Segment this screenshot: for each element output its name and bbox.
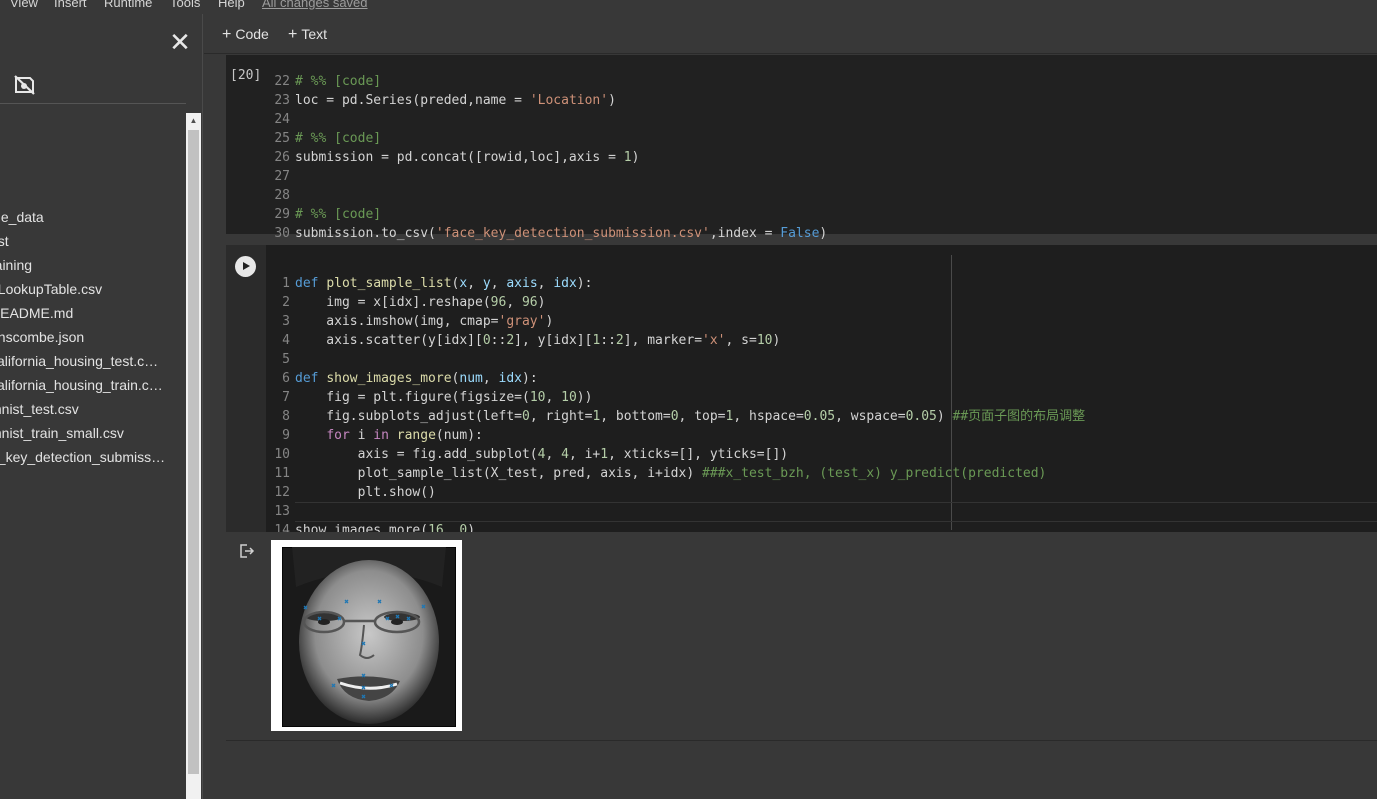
file-item[interactable]: california_housing_test.c… xyxy=(0,353,174,377)
output-redirect-icon[interactable] xyxy=(238,543,256,559)
output-image xyxy=(271,540,462,731)
line-number: 13 xyxy=(274,504,290,519)
line-number: 29 xyxy=(274,207,290,222)
file-item[interactable]: mnist_train_small.csv xyxy=(0,425,174,449)
menu-insert[interactable]: Insert xyxy=(54,0,87,10)
line-number: 12 xyxy=(274,485,290,500)
line-number: 7 xyxy=(282,390,290,405)
plus-icon: + xyxy=(222,26,232,43)
code-editor[interactable]: 1 def plot_sample_list(x, y, axis, idx): 2… xyxy=(266,245,1377,538)
code-line: 10 axis = fig.add_subplot(4, 4, i+1, xti… xyxy=(266,445,1085,464)
add-code-button[interactable]: + Code xyxy=(222,26,269,44)
face-plot xyxy=(282,547,456,727)
code-text: # %% [code] xyxy=(295,74,382,89)
code-line: 27 xyxy=(266,167,827,186)
line-number: 2 xyxy=(282,295,290,310)
code-text: # %% [code] xyxy=(295,207,382,222)
notebook-toolbar: + Code + Text xyxy=(204,14,1377,54)
line-number: 4 xyxy=(282,333,290,348)
file-item[interactable]: o xyxy=(0,473,174,497)
code-cell[interactable]: [20] 22 # %% [code] 23 loc = pd.Series(pred… xyxy=(226,55,1377,241)
file-item[interactable]: mnist_test.csv xyxy=(0,401,174,425)
code-text: # %% [code] xyxy=(295,131,382,146)
line-number: 5 xyxy=(282,352,290,367)
code-line: 8 fig.subplots_adjust(left=0, right=1, b… xyxy=(266,407,1085,426)
line-number: 23 xyxy=(274,93,290,108)
file-item[interactable]: e_key_detection_submiss… xyxy=(0,449,174,473)
code-line: 26 submission = pd.concat([rowid,loc],axi… xyxy=(266,148,827,167)
code-line: 6 def show_images_more(num, idx): xyxy=(266,369,1085,388)
code-line: 3 axis.imshow(img, cmap='gray') xyxy=(266,312,1085,331)
sidebar-scrollbar[interactable]: ▲ xyxy=(186,113,201,799)
file-item[interactable]: anscombe.json xyxy=(0,329,174,353)
code-line: 4 axis.scatter(y[idx][0::2], y[idx][1::2… xyxy=(266,331,1085,350)
code-line: 22 # %% [code] xyxy=(266,72,827,91)
code-line: 1 def plot_sample_list(x, y, axis, idx): xyxy=(266,274,1085,293)
menu-tools[interactable]: Tools xyxy=(170,0,200,10)
code-line: 7 fig = plt.figure(figsize=(10, 10)) xyxy=(266,388,1085,407)
line-number: 11 xyxy=(274,466,290,481)
code-line: 5 xyxy=(266,350,1085,369)
file-item[interactable]: t xyxy=(0,161,174,185)
line-number: 10 xyxy=(274,447,290,462)
code-line: 25 # %% [code] xyxy=(266,129,827,148)
line-number: 3 xyxy=(282,314,290,329)
save-status[interactable]: All changes saved xyxy=(262,0,368,10)
code-line: 9 for i in range(num): xyxy=(266,426,1085,445)
line-number: 8 xyxy=(282,409,290,424)
play-icon[interactable] xyxy=(235,256,256,277)
add-code-label: Code xyxy=(235,26,269,42)
line-number: 24 xyxy=(274,112,290,127)
line-number: 22 xyxy=(274,74,290,89)
line-number: 28 xyxy=(274,188,290,203)
close-icon[interactable]: ✕ xyxy=(168,29,192,55)
line-number: 30 xyxy=(274,226,290,241)
file-item[interactable]: e xyxy=(0,185,174,209)
sidebar-divider xyxy=(0,103,186,104)
menubar: View Insert Runtime Tools Help All chang… xyxy=(0,0,1377,14)
code-line: 12 plt.show() xyxy=(266,483,1085,502)
add-text-button[interactable]: + Text xyxy=(288,26,327,44)
execution-count: [20] xyxy=(230,68,262,83)
code-line: 2 img = x[idx].reshape(96, 96) xyxy=(266,293,1085,312)
code-line: 13 xyxy=(266,502,1085,521)
add-text-label: Text xyxy=(301,26,328,42)
code-line: 28 xyxy=(266,186,827,205)
line-number: 25 xyxy=(274,131,290,146)
scroll-up-icon[interactable]: ▲ xyxy=(186,113,201,128)
file-item[interactable]: california_housing_train.c… xyxy=(0,377,174,401)
line-number: 9 xyxy=(282,428,290,443)
line-number: 1 xyxy=(282,276,290,291)
code-line: 24 xyxy=(266,110,827,129)
line-number: 27 xyxy=(274,169,290,184)
file-sidebar: ✕ t e ple_data est raining dLookupTable.… xyxy=(0,14,203,799)
code-line: 29 # %% [code] xyxy=(266,205,827,224)
code-line: 11 plot_sample_list(X_test, pred, axis, … xyxy=(266,464,1085,483)
line-number: 26 xyxy=(274,150,290,165)
file-item[interactable]: est xyxy=(0,233,174,257)
visibility-off-icon[interactable] xyxy=(13,74,37,96)
menu-help[interactable]: Help xyxy=(218,0,245,10)
cell-output xyxy=(226,532,1377,741)
file-item[interactable]: README.md xyxy=(0,305,174,329)
scroll-thumb[interactable] xyxy=(188,130,199,774)
code-cell[interactable]: 1 def plot_sample_list(x, y, axis, idx): 2… xyxy=(226,245,1377,538)
notebook-main: + Code + Text [20] 22 # %% [code] 23 loc = pd… xyxy=(204,14,1377,799)
file-item[interactable]: raining xyxy=(0,257,174,281)
plus-icon: + xyxy=(288,26,298,43)
code-line: 23 loc = pd.Series(preded,name = 'Locatio… xyxy=(266,91,827,110)
file-item[interactable]: ple_data xyxy=(0,209,174,233)
line-number: 6 xyxy=(282,371,290,386)
code-line: 30 submission.to_csv('face_key_detection_… xyxy=(266,224,827,243)
file-item[interactable]: dLookupTable.csv xyxy=(0,281,174,305)
menu-view[interactable]: View xyxy=(10,0,38,10)
menu-runtime[interactable]: Runtime xyxy=(104,0,152,10)
